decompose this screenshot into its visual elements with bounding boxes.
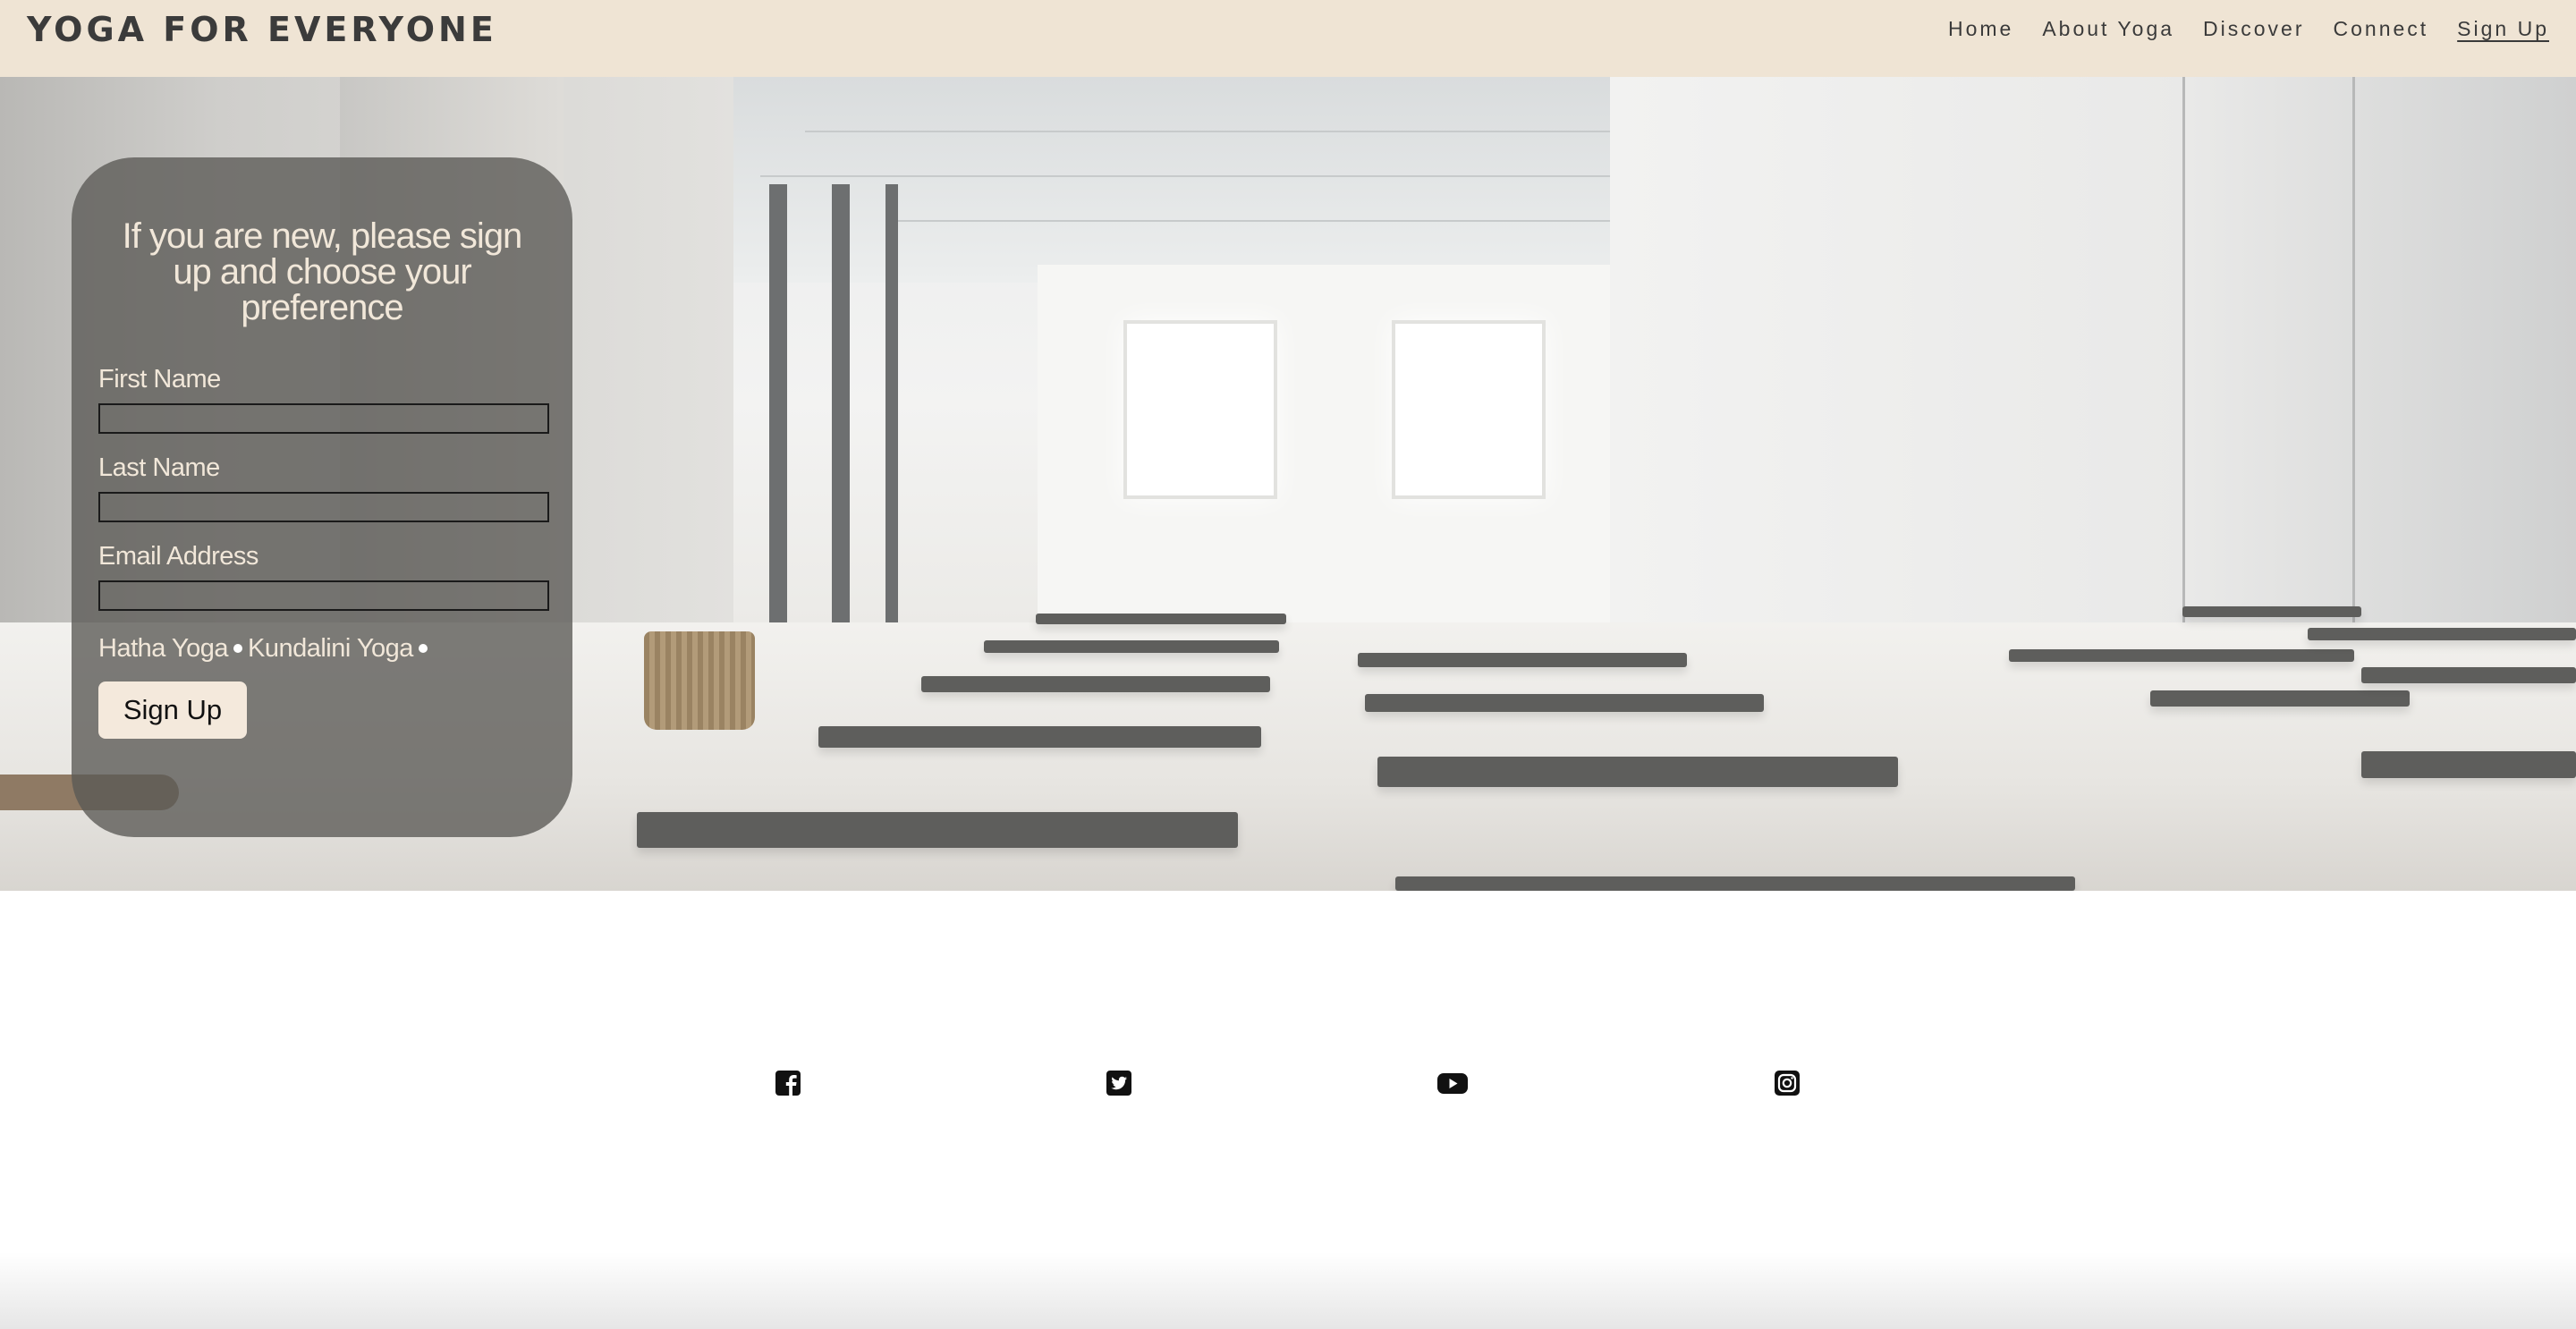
page-bottom-shadow (0, 1252, 2576, 1329)
yoga-mat (2009, 649, 2354, 662)
studio-window (1123, 320, 1277, 499)
instagram-icon[interactable] (1774, 1070, 1801, 1096)
twitter-icon[interactable] (1106, 1070, 1132, 1096)
signup-heading: If you are new, please sign up and choos… (122, 216, 523, 327)
sign-up-button[interactable]: Sign Up (98, 681, 247, 739)
option-hatha-yoga[interactable]: Hatha Yoga (98, 634, 228, 663)
yoga-preference-options: Hatha Yoga Kundalini Yoga (98, 634, 546, 664)
last-name-field[interactable] (98, 492, 549, 522)
yoga-mat (921, 676, 1270, 692)
brand-logo[interactable]: YOGA FOR EVERYONE (27, 10, 497, 49)
yoga-mat (818, 726, 1261, 748)
yoga-mat (2182, 606, 2361, 617)
first-name-field[interactable] (98, 403, 549, 434)
facebook-icon[interactable] (775, 1070, 801, 1096)
youtube-icon[interactable] (1436, 1070, 1469, 1096)
hatha-radio[interactable] (233, 644, 242, 654)
main-nav: Home About Yoga Discover Connect Sign Up (1948, 17, 2549, 41)
yoga-mat (1365, 694, 1764, 712)
wicker-basket (644, 631, 755, 730)
site-header: YOGA FOR EVERYONE Home About Yoga Discov… (0, 0, 2576, 77)
email-field[interactable] (98, 580, 549, 611)
first-name-label: First Name (98, 365, 221, 394)
yoga-mat (1036, 614, 1286, 624)
kundalini-radio[interactable] (418, 644, 428, 654)
studio-window (1392, 320, 1546, 499)
nav-discover[interactable]: Discover (2203, 17, 2304, 41)
yoga-mat (637, 812, 1238, 848)
yoga-mat (1395, 876, 2075, 891)
yoga-mat (2308, 628, 2576, 640)
last-name-label: Last Name (98, 453, 220, 482)
yoga-mat (2361, 751, 2576, 778)
yoga-mat (2361, 667, 2576, 683)
signup-form: If you are new, please sign up and choos… (72, 157, 572, 837)
yoga-mat (1377, 757, 1898, 787)
nav-sign-up[interactable]: Sign Up (2457, 17, 2549, 41)
nav-home[interactable]: Home (1948, 17, 2013, 41)
nav-connect[interactable]: Connect (2334, 17, 2429, 41)
yoga-mat (984, 640, 1279, 653)
nav-about-yoga[interactable]: About Yoga (2042, 17, 2174, 41)
yoga-mat (2150, 690, 2410, 707)
email-label: Email Address (98, 542, 258, 571)
yoga-mat (1358, 653, 1687, 667)
option-kundalini-yoga[interactable]: Kundalini Yoga (248, 634, 413, 663)
